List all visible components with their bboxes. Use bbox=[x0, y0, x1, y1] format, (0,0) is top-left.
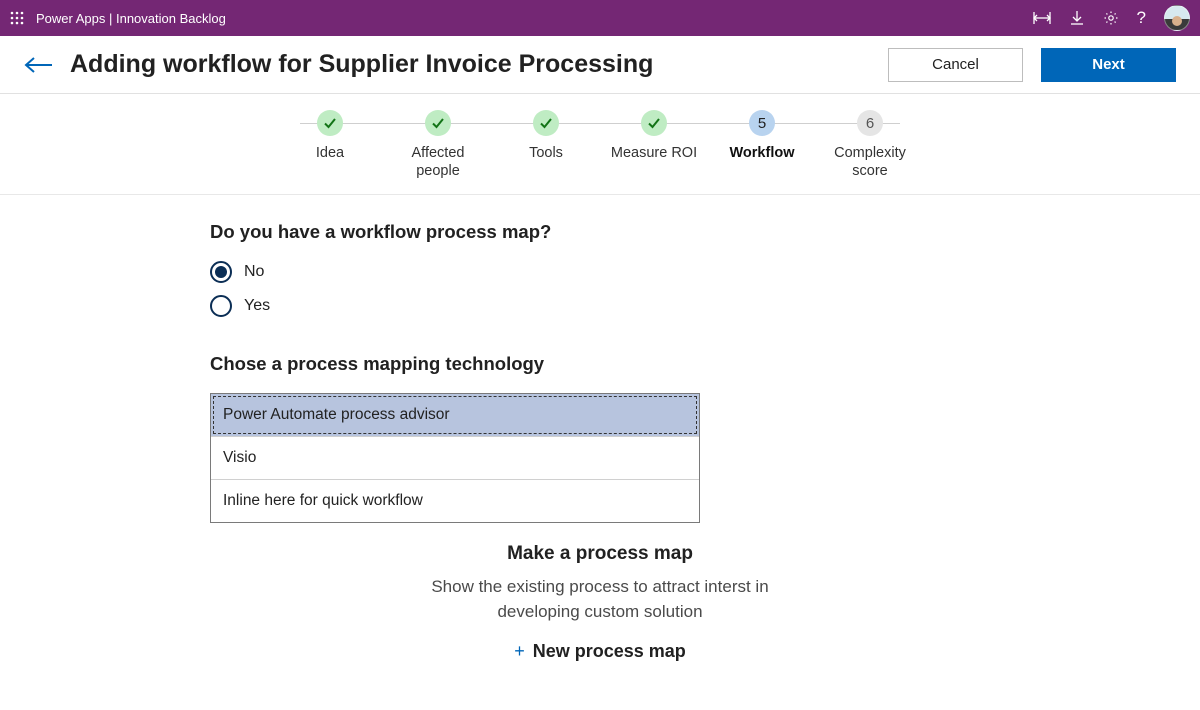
header-actions: Cancel Next bbox=[888, 48, 1176, 82]
new-process-map-label: New process map bbox=[533, 641, 686, 662]
step-check-icon bbox=[425, 110, 451, 136]
page-header: Adding workflow for Supplier Invoice Pro… bbox=[0, 36, 1200, 94]
step-check-icon bbox=[641, 110, 667, 136]
step-label: Affected people bbox=[388, 144, 488, 180]
step-label: Idea bbox=[316, 144, 344, 162]
step-number-current: 5 bbox=[749, 110, 775, 136]
topbar-left: Power Apps | Innovation Backlog bbox=[10, 11, 226, 26]
tech-option-2[interactable]: Inline here for quick workflow bbox=[211, 479, 699, 522]
step-5[interactable]: 6 Complexity score bbox=[820, 110, 920, 180]
step-label: Measure ROI bbox=[611, 144, 697, 162]
app-title: Power Apps | Innovation Backlog bbox=[36, 11, 226, 26]
step-0[interactable]: Idea bbox=[280, 110, 380, 180]
step-label: Workflow bbox=[730, 144, 795, 162]
step-number: 6 bbox=[857, 110, 883, 136]
new-process-map-link[interactable]: + New process map bbox=[514, 641, 686, 662]
radio-option-yes[interactable]: Yes bbox=[210, 295, 1010, 317]
tech-option-0[interactable]: Power Automate process advisor bbox=[211, 394, 699, 436]
topbar-right: ? bbox=[1033, 5, 1190, 31]
settings-gear-icon[interactable] bbox=[1103, 10, 1119, 26]
back-arrow-icon[interactable] bbox=[24, 55, 54, 75]
step-label: Tools bbox=[529, 144, 563, 162]
radio-icon bbox=[210, 261, 232, 283]
fit-icon[interactable] bbox=[1033, 10, 1051, 26]
help-icon[interactable]: ? bbox=[1137, 8, 1146, 28]
tech-listbox[interactable]: Power Automate process advisorVisioInlin… bbox=[210, 393, 700, 523]
process-map-section: Make a process map Show the existing pro… bbox=[190, 543, 1010, 661]
waffle-icon[interactable] bbox=[10, 11, 24, 25]
tech-option-1[interactable]: Visio bbox=[211, 436, 699, 479]
step-3[interactable]: Measure ROI bbox=[604, 110, 704, 180]
step-2[interactable]: Tools bbox=[496, 110, 596, 180]
process-map-heading: Make a process map bbox=[190, 543, 1010, 565]
avatar[interactable] bbox=[1164, 5, 1190, 31]
process-map-helper: Show the existing process to attract int… bbox=[390, 575, 810, 624]
radio-option-no[interactable]: No bbox=[210, 261, 1010, 283]
step-4[interactable]: 5 Workflow bbox=[712, 110, 812, 180]
step-check-icon bbox=[317, 110, 343, 136]
radio-label: Yes bbox=[244, 297, 270, 315]
header-left: Adding workflow for Supplier Invoice Pro… bbox=[24, 50, 653, 79]
step-check-icon bbox=[533, 110, 559, 136]
app-topbar: Power Apps | Innovation Backlog ? bbox=[0, 0, 1200, 36]
radio-icon bbox=[210, 295, 232, 317]
download-icon[interactable] bbox=[1069, 10, 1085, 26]
next-button[interactable]: Next bbox=[1041, 48, 1176, 82]
cancel-button[interactable]: Cancel bbox=[888, 48, 1023, 82]
radio-group: No Yes bbox=[210, 261, 1010, 317]
plus-icon: + bbox=[514, 641, 525, 662]
tech-heading: Chose a process mapping technology bbox=[210, 353, 1010, 375]
step-label: Complexity score bbox=[820, 144, 920, 180]
page-title: Adding workflow for Supplier Invoice Pro… bbox=[70, 50, 653, 79]
main-content: Do you have a workflow process map? No Ye… bbox=[190, 195, 1010, 661]
radio-label: No bbox=[244, 263, 264, 281]
question-heading: Do you have a workflow process map? bbox=[210, 221, 1010, 243]
stepper: Idea Affected people Tools Measure ROI 5 Work… bbox=[0, 94, 1200, 195]
step-1[interactable]: Affected people bbox=[388, 110, 488, 180]
